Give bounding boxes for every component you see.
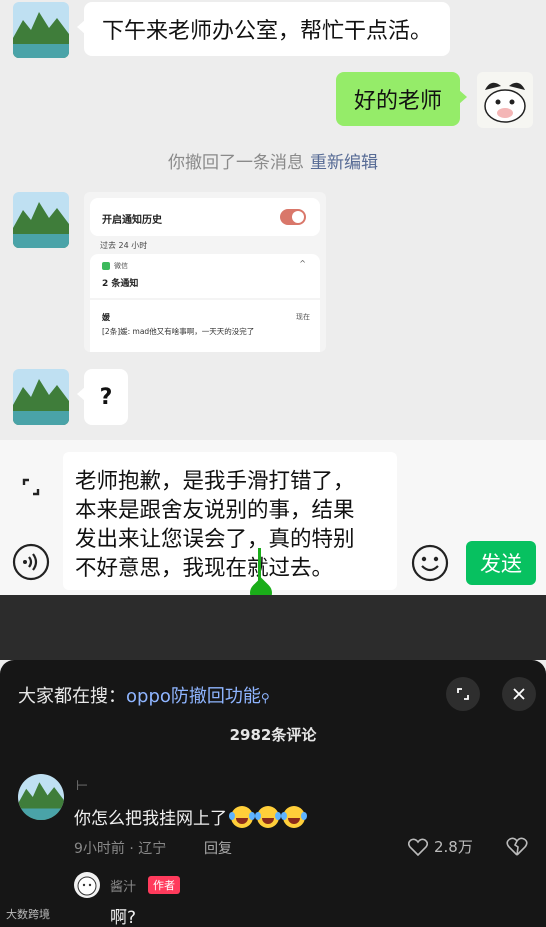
rofl-emoji-icon (281, 805, 305, 828)
teacher-avatar[interactable] (13, 192, 69, 248)
message-text: ? (99, 384, 113, 410)
like-button[interactable]: 2.8万 (408, 836, 473, 857)
search-suggestion[interactable]: 大家都在搜：oppo防撤回功能⚲ (18, 682, 270, 708)
teacher-avatar[interactable] (13, 2, 69, 58)
message-bubble-teacher[interactable]: 下午来老师办公室，帮忙干点活。 (76, 2, 451, 56)
input-bar: 老师抱歉，是我手滑打错了， 本来是跟舍友说别的事，结果 发出来让您误会了，真的特… (0, 440, 546, 595)
voice-icon[interactable] (12, 543, 50, 581)
rofl-emoji-icon (229, 805, 253, 828)
reply-button[interactable]: 回复 (204, 838, 232, 858)
recall-notice: 你撤回了一条消息 重新编辑 (0, 148, 546, 173)
commenter-avatar[interactable] (18, 774, 64, 820)
caret-up-icon: ^ (299, 259, 306, 268)
author-avatar[interactable] (74, 872, 100, 898)
fullscreen-button[interactable] (446, 677, 480, 711)
notification-time: 现在 (296, 313, 310, 321)
notification-body: [2条]媛: mad他又有啥事啊，一天天的没完了 (102, 327, 255, 336)
close-button[interactable] (502, 677, 536, 711)
comments-panel: 大家都在搜：oppo防撤回功能⚲ 2982条评论 ⊢ 你怎么把我挂网上了 9小时… (0, 660, 546, 927)
chat-area: 下午来老师办公室，帮忙干点活。 好的老师 你撤回了一条消息 重新编辑 开启通知历史… (0, 0, 546, 440)
notification-count: 2 条通知 (102, 279, 139, 289)
notification-screenshot-image[interactable]: 开启通知历史 过去 24 小时 微信 2 条通知 ^ 媛 现在 [2条]媛: m… (84, 192, 326, 352)
send-button[interactable]: 发送 (466, 541, 536, 585)
re-edit-link[interactable]: 重新编辑 (310, 153, 378, 173)
author-name[interactable]: 酱汁 (110, 876, 136, 895)
video-area (0, 595, 546, 660)
close-icon (513, 688, 525, 700)
notification-message: 媛 现在 [2条]媛: mad他又有啥事啊，一天天的没完了 (90, 300, 320, 352)
like-count: 2.8万 (434, 838, 473, 856)
message-text: 下午来老师办公室，帮忙干点活。 (102, 19, 433, 44)
reply-text: 啊? (110, 908, 137, 927)
notification-sender: 媛 (102, 313, 110, 322)
author-badge: 作者 (148, 876, 180, 894)
past-24h-label: 过去 24 小时 (100, 241, 148, 250)
emoji-icon[interactable] (410, 543, 450, 583)
notification-history-title: 开启通知历史 (102, 215, 162, 226)
recall-text: 你撤回了一条消息 (168, 153, 304, 173)
message-bubble-teacher[interactable]: ? (77, 369, 128, 425)
comment-count: 2982条评论 (229, 726, 317, 744)
notification-history-row: 开启通知历史 (90, 198, 320, 236)
teacher-avatar[interactable] (13, 369, 69, 425)
expand-input-icon[interactable] (14, 470, 48, 504)
comment-meta: 9小时前 · 辽宁 (74, 841, 167, 857)
broken-heart-icon[interactable] (506, 836, 528, 856)
self-avatar[interactable] (477, 72, 533, 128)
search-icon: ⚲ (260, 691, 270, 705)
search-keyword[interactable]: oppo防撤回功能 (126, 686, 261, 707)
toggle-icon (280, 209, 306, 225)
watermark: 大数跨境 (6, 908, 50, 921)
wechat-icon (102, 262, 110, 270)
rofl-emoji-icon (255, 805, 279, 828)
message-input[interactable]: 老师抱歉，是我手滑打错了， 本来是跟舍友说别的事，结果 发出来让您误会了，真的特… (63, 452, 397, 590)
expand-icon (457, 688, 469, 700)
wechat-notification-card: 微信 2 条通知 ^ (90, 254, 320, 298)
heart-icon (408, 838, 428, 856)
search-prefix: 大家都在搜： (18, 686, 126, 707)
message-bubble-self[interactable]: 好的老师 (336, 72, 468, 126)
commenter-name[interactable]: ⊢ (76, 778, 88, 794)
app-label: 微信 (102, 261, 128, 271)
comment-text: 你怎么把我挂网上了 (74, 804, 305, 829)
message-text: 好的老师 (354, 89, 443, 114)
